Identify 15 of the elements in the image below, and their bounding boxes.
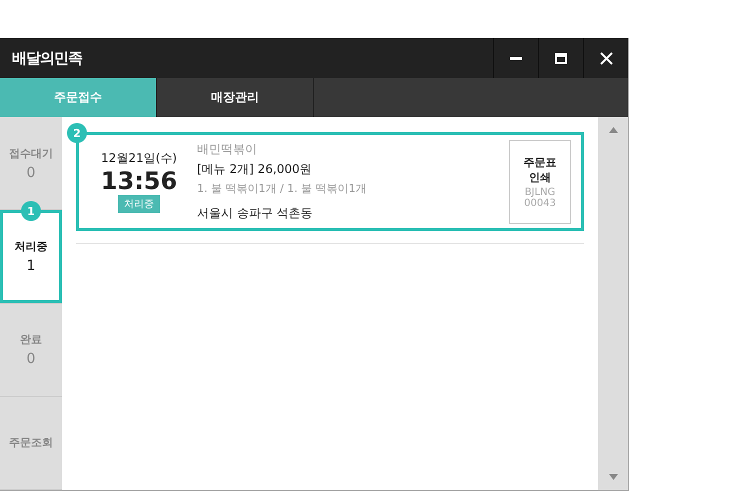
delivery-address: 서울시 송파구 석촌동 — [197, 205, 314, 222]
print-order-button[interactable]: 주문표 인쇄 BJLNG 00043 — [509, 140, 571, 224]
minimize-icon — [510, 56, 522, 60]
close-icon — [600, 52, 612, 64]
order-date: 12월21일(수) — [101, 150, 177, 167]
scroll-down-icon[interactable] — [608, 474, 618, 480]
store-name: 배민떡볶이 — [197, 141, 258, 158]
scroll-up-icon[interactable] — [608, 127, 618, 133]
order-items: 1. 불 떡볶이1개 / 1. 불 떡볶이1개 — [197, 181, 368, 196]
maximize-icon — [555, 52, 567, 64]
order-time: 13:56 — [100, 166, 178, 196]
order-summary: [메뉴 2개] 26,000원 — [197, 161, 313, 178]
window-title: 배달의민족 — [11, 48, 84, 68]
status-badge: 처리중 — [118, 195, 160, 214]
callout-badge: 2 — [67, 123, 87, 143]
